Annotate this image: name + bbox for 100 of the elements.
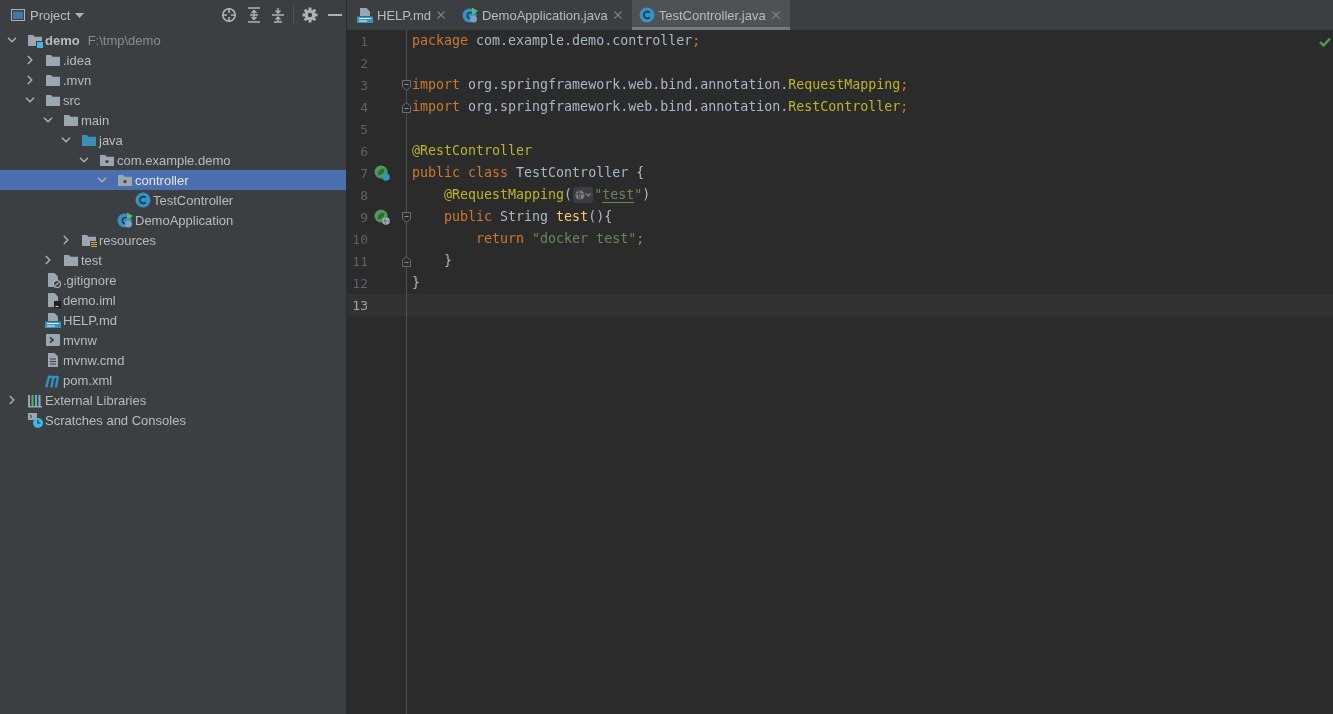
close-icon[interactable] (436, 11, 445, 19)
globe-dropdown-icon[interactable] (573, 187, 594, 203)
code-text: ) (642, 187, 651, 202)
class-icon (135, 192, 151, 208)
tree-item[interactable]: src (0, 90, 346, 110)
tree-item[interactable]: com.example.demo (0, 150, 346, 170)
check-icon[interactable] (1319, 37, 1331, 47)
fold-icon[interactable] (402, 101, 411, 113)
line-number: 4 (359, 99, 368, 115)
folder-icon (45, 52, 61, 68)
code-text: } (444, 253, 453, 268)
editor-tab[interactable]: HELP.md (350, 0, 455, 30)
line-number: 10 (351, 231, 368, 247)
tree-item[interactable]: External Libraries (0, 390, 346, 410)
tree-item[interactable]: .gitignore (0, 270, 346, 290)
code-keyword: public (444, 209, 493, 224)
code-annotation: RestController (788, 99, 901, 114)
tree-item[interactable]: pom.xml (0, 370, 346, 390)
tree-item[interactable]: demo F:\tmp\demo (0, 30, 346, 50)
tree-item[interactable]: TestController (0, 190, 346, 210)
chevron-icon[interactable] (79, 157, 89, 163)
tree-item[interactable]: controller (0, 170, 346, 190)
chevron-icon[interactable] (61, 137, 71, 143)
line-number: 9 (359, 209, 368, 225)
line-number: 13 (351, 297, 368, 313)
text-file-icon (45, 352, 61, 368)
code-keyword: import (412, 99, 461, 114)
panel-icon (11, 9, 25, 21)
module-folder-icon (27, 32, 43, 48)
tree-item[interactable]: mvnw (0, 330, 346, 350)
line-number: 6 (359, 143, 368, 159)
script-file-icon (45, 332, 61, 348)
code-keyword: ; (692, 33, 701, 48)
code-string: " (634, 187, 643, 202)
line-number: 11 (351, 253, 368, 269)
resources-folder-icon (81, 232, 97, 248)
markdown-file-icon (45, 312, 61, 328)
editor-tab[interactable]: DemoApplication.java (454, 0, 632, 30)
tree-item[interactable]: mvnw.cmd (0, 350, 346, 370)
code-keyword: ; (900, 99, 909, 114)
tree-item[interactable]: Scratches and Consoles (0, 410, 346, 430)
line-number: 1 (359, 33, 368, 49)
tree-item[interactable]: java (0, 130, 346, 150)
class-icon (638, 7, 655, 23)
code-keyword: ; (900, 77, 909, 92)
package-icon (99, 152, 115, 168)
chevron-icon[interactable] (63, 235, 69, 245)
library-icon (27, 392, 43, 408)
view-selector[interactable]: Project (11, 7, 85, 23)
caret-icon (75, 12, 85, 18)
fold-icon[interactable] (402, 255, 411, 267)
class-run-icon (461, 7, 478, 23)
settings-icon[interactable] (302, 7, 318, 23)
close-icon[interactable] (613, 11, 622, 19)
tree-item[interactable]: .idea (0, 50, 346, 70)
code-keyword: package (412, 33, 469, 48)
m-logo-icon (45, 372, 61, 388)
code-text: { (636, 165, 645, 180)
fold-icon[interactable] (402, 79, 411, 91)
chevron-icon[interactable] (43, 117, 53, 123)
chevron-icon[interactable] (27, 55, 33, 65)
code-text: String (500, 209, 549, 224)
chevron-icon[interactable] (9, 395, 15, 405)
url-link[interactable]: test (602, 187, 635, 202)
code-keyword: return (476, 231, 525, 246)
code-text: com.example.demo.controller (476, 33, 693, 48)
chevron-icon[interactable] (7, 37, 17, 43)
tree-item[interactable]: DemoApplication (0, 210, 346, 230)
tree-item[interactable]: main (0, 110, 346, 130)
code-annotation: RequestMapping (788, 77, 901, 92)
folder-icon (63, 112, 79, 128)
code-keyword: ; (636, 231, 645, 246)
tree-item[interactable]: test (0, 250, 346, 270)
collapse-all-icon[interactable] (271, 7, 285, 23)
folder-icon (81, 132, 97, 148)
code-text: org.springframework.web.bind.annotation. (468, 99, 789, 114)
line-number: 5 (359, 121, 368, 137)
leaf-icon[interactable] (374, 165, 390, 181)
line-number: 7 (359, 165, 368, 181)
code-keyword: class (468, 165, 509, 180)
code-text: TestController (516, 165, 629, 180)
ignore-file-icon (45, 272, 61, 288)
chevron-icon[interactable] (27, 75, 33, 85)
chevron-icon[interactable] (25, 97, 35, 103)
code-annotation: @RequestMapping (444, 187, 565, 202)
tree-item[interactable]: .mvn (0, 70, 346, 90)
chevron-icon[interactable] (45, 255, 51, 265)
fold-icon[interactable] (402, 211, 411, 223)
markdown-file-icon (357, 7, 373, 23)
crosshair-icon[interactable] (221, 7, 237, 23)
leaf-icon[interactable] (374, 209, 390, 225)
line-number: 8 (359, 187, 368, 203)
tree-item[interactable]: resources (0, 230, 346, 250)
folder-icon (45, 92, 61, 108)
tree-item[interactable]: demo.iml (0, 290, 346, 310)
scratch-file-icon (27, 412, 43, 428)
expand-all-icon[interactable] (247, 7, 261, 23)
tree-item[interactable]: HELP.md (0, 310, 346, 330)
code-string: " (594, 187, 603, 202)
editor-tab[interactable]: TestController.java (631, 0, 790, 30)
